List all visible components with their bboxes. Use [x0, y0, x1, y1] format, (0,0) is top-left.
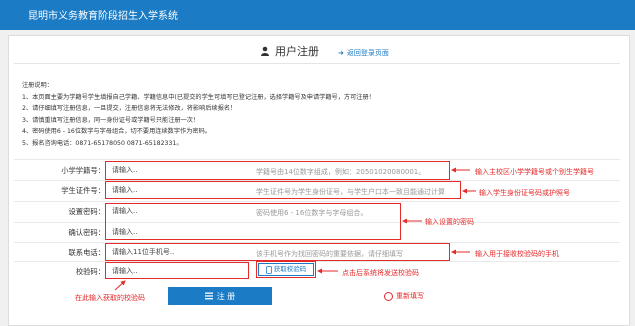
arrow-verify-code [114, 280, 126, 291]
register-label: 注 册 [216, 291, 236, 301]
reset-button[interactable]: 重新填写 [384, 291, 424, 301]
annotation-arrows [114, 167, 476, 291]
list-icon [204, 292, 213, 300]
reset-icon [384, 291, 393, 301]
reset-label: 重新填写 [396, 292, 424, 300]
register-button[interactable]: 注 册 [168, 287, 272, 305]
